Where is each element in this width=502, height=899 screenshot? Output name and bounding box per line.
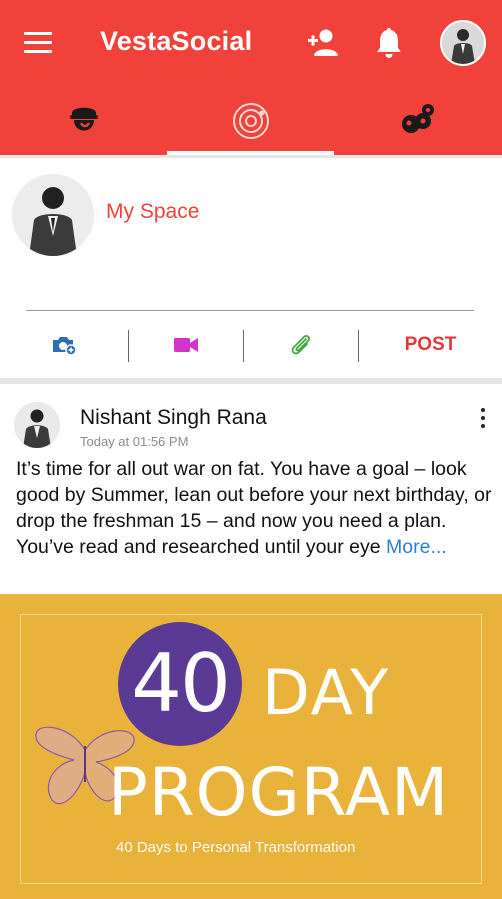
user-helmet-icon (69, 107, 98, 130)
add-video-button[interactable] (129, 326, 243, 364)
post-author-avatar[interactable] (14, 402, 60, 448)
top-bar: VestaSocial (0, 0, 502, 90)
menu-icon[interactable] (24, 32, 52, 54)
image-subtitle-text: 40 Days to Personal Transformation (116, 839, 356, 856)
add-photo-button[interactable] (0, 326, 128, 364)
orbit-target-icon (232, 102, 269, 139)
read-more-link[interactable]: More... (386, 536, 447, 558)
post-card: Nishant Singh Rana Today at 01:56 PM It’… (0, 384, 502, 899)
composer-actions: POST (0, 326, 502, 370)
add-friend-icon[interactable] (306, 28, 340, 58)
space-title[interactable]: My Space (106, 200, 199, 224)
post-author-name[interactable]: Nishant Singh Rana (80, 406, 267, 430)
paperclip-icon (291, 335, 310, 355)
post-timestamp: Today at 01:56 PM (80, 434, 189, 449)
profile-avatar[interactable] (440, 20, 486, 66)
app-bar: VestaSocial (0, 0, 502, 155)
tab-orbit[interactable] (167, 90, 334, 155)
more-options-icon[interactable] (478, 408, 488, 432)
space-avatar[interactable] (12, 174, 94, 256)
image-program-text: PROGRAM (108, 754, 450, 831)
my-space-card: My Space POST (0, 158, 502, 378)
tab-profile[interactable] (0, 90, 167, 155)
post-body: It’s time for all out war on fat. You ha… (16, 456, 492, 560)
post-button[interactable]: POST (359, 326, 502, 364)
composer-divider (26, 310, 474, 311)
app-title: VestaSocial (100, 26, 253, 56)
post-image[interactable]: 40 DAY PROGRAM 40 Days to Personal Trans… (0, 594, 502, 899)
camera-plus-icon (53, 337, 77, 356)
tab-community[interactable] (334, 90, 501, 155)
video-camera-icon (174, 338, 198, 352)
tab-bar (0, 90, 502, 155)
people-network-icon (401, 103, 434, 133)
image-day-text: DAY (262, 656, 391, 729)
attach-file-button[interactable] (244, 326, 358, 364)
notification-bell-icon[interactable] (373, 26, 405, 60)
active-tab-indicator (167, 151, 334, 155)
